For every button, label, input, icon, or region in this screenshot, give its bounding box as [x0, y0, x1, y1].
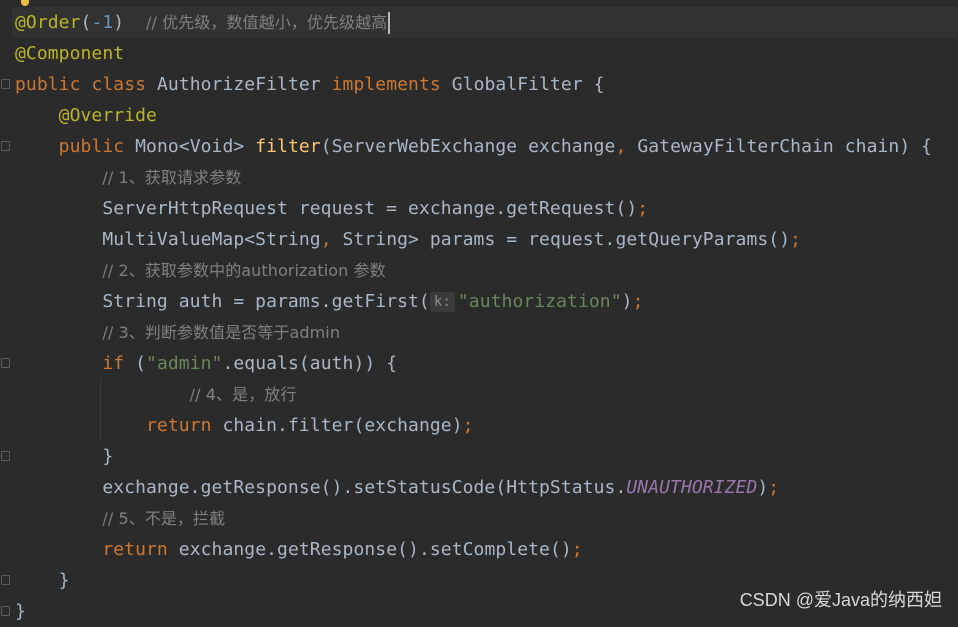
- code-line-7[interactable]: ServerHttpRequest request = exchange.get…: [15, 193, 955, 224]
- code-line-1[interactable]: @Order(-1) // 优先级，数值越小，优先级越高: [12, 7, 958, 38]
- code-line-2[interactable]: @Component: [15, 38, 955, 69]
- code-line-13[interactable]: // 4、是，放行: [15, 379, 955, 410]
- parameter-hint: k:: [429, 292, 455, 312]
- fold-icon[interactable]: [1, 451, 10, 461]
- fold-icon[interactable]: [1, 575, 10, 585]
- fold-icon[interactable]: [1, 141, 10, 151]
- fold-icon[interactable]: [1, 606, 10, 616]
- gutter: [0, 0, 12, 621]
- code-line-14[interactable]: return chain.filter(exchange);: [15, 410, 955, 441]
- comment: // 优先级，数值越小，优先级越高: [146, 13, 388, 32]
- code-line-12[interactable]: if ("admin".equals(auth)) {: [15, 348, 955, 379]
- code-line-16[interactable]: exchange.getResponse().setStatusCode(Htt…: [15, 472, 955, 503]
- code-line-11[interactable]: // 3、判断参数值是否等于admin: [15, 317, 955, 348]
- code-line-5[interactable]: public Mono<Void> filter(ServerWebExchan…: [15, 131, 955, 162]
- fold-icon[interactable]: [1, 358, 10, 368]
- code-line-9[interactable]: // 2、获取参数中的authorization 参数: [15, 255, 955, 286]
- code-editor[interactable]: @Order(-1) // 优先级，数值越小，优先级越高 @Component …: [0, 0, 958, 622]
- code-line-17[interactable]: // 5、不是，拦截: [15, 503, 955, 534]
- code-line-3[interactable]: public class AuthorizeFilter implements …: [15, 69, 955, 100]
- code-line-6[interactable]: // 1、获取请求参数: [15, 162, 955, 193]
- code-line-4[interactable]: @Override: [15, 100, 955, 131]
- code-line-18[interactable]: return exchange.getResponse().setComplet…: [15, 534, 955, 565]
- watermark: CSDN @爱Java的纳西妲: [739, 590, 942, 610]
- fold-icon[interactable]: [1, 79, 10, 89]
- code-line-8[interactable]: MultiValueMap<String, String> params = r…: [15, 224, 955, 255]
- annotation: @Order: [15, 12, 81, 33]
- code-line-15[interactable]: }: [15, 441, 955, 472]
- code-line-10[interactable]: String auth = params.getFirst(k: "authori…: [15, 286, 955, 317]
- text-caret: [388, 12, 391, 34]
- lightbulb-icon[interactable]: [21, 0, 29, 6]
